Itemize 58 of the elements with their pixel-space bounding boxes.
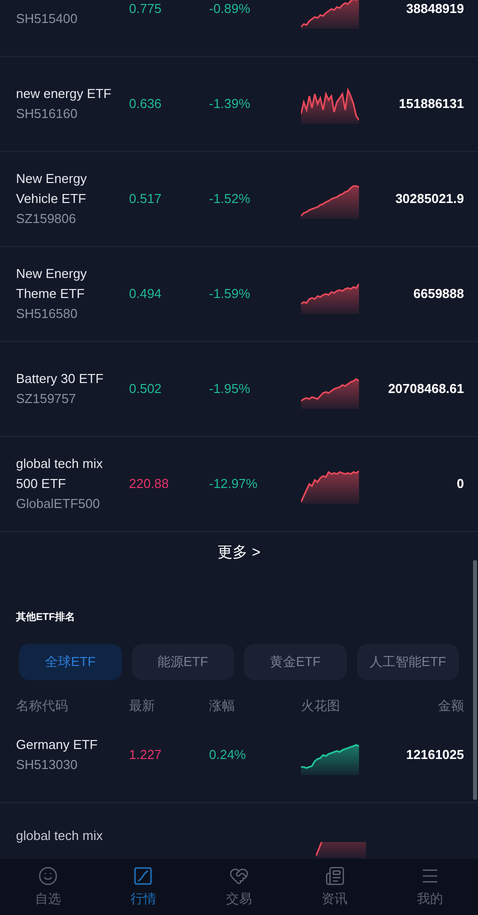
smile-icon xyxy=(38,866,58,886)
amount: 20708468.61 xyxy=(387,380,464,398)
nav-tab[interactable]: 自选 xyxy=(0,859,96,915)
latest-price: 0.494 xyxy=(129,285,163,304)
latest-price: 220.88 xyxy=(129,475,170,494)
column-header: 名称代码 xyxy=(16,698,68,713)
sparkline xyxy=(316,842,366,858)
fund-name: global tech mix xyxy=(16,827,104,845)
change-percent: -1.59% xyxy=(209,285,252,304)
fund-name: Germany ETF xyxy=(16,736,99,754)
fund-code: SH515400 xyxy=(16,10,78,28)
latest-price: 0.517 xyxy=(129,190,163,208)
fund-name: New Energy Vehicle ETF xyxy=(16,170,88,208)
category-tab[interactable]: 黄金ETF xyxy=(244,644,346,680)
fund-name: Battery 30 ETF xyxy=(16,370,104,388)
latest-price: 0.502 xyxy=(129,380,163,398)
nav-tab[interactable]: 行情 xyxy=(96,859,192,915)
category-tab[interactable]: 人工智能ETF xyxy=(356,644,459,680)
column-header: 火花图 xyxy=(301,698,340,713)
amount: 30285021.9 xyxy=(394,190,464,208)
nav-tab[interactable]: 资讯 xyxy=(286,859,382,915)
amount: 6659888 xyxy=(412,285,464,304)
fund-code: GlobalETF500 xyxy=(16,495,101,513)
section-title: 其他ETF排名 xyxy=(16,612,75,623)
scrollbar[interactable] xyxy=(473,560,477,800)
column-header: 金额 xyxy=(438,698,464,713)
category-tab[interactable]: 全球ETF xyxy=(19,644,122,680)
change-percent: -1.95% xyxy=(209,380,252,398)
fund-name: new energy ETF xyxy=(16,85,112,103)
news-icon xyxy=(324,866,345,886)
nav-tab[interactable]: 我的 xyxy=(382,859,478,915)
sparkline xyxy=(301,0,359,29)
latest-price: 1.227 xyxy=(129,746,163,764)
category-tab[interactable]: 能源ETF xyxy=(132,644,234,680)
nav-tab[interactable]: 交易 xyxy=(191,859,287,915)
fund-code: SZ159757 xyxy=(16,390,77,408)
latest-price: 0.775 xyxy=(129,0,163,18)
latest-price: 0.636 xyxy=(129,95,163,114)
change-percent: -12.97% xyxy=(209,475,258,494)
fund-code: SZ159806 xyxy=(16,210,77,228)
fund-code: SH516160 xyxy=(16,105,78,123)
change-percent: -0.89% xyxy=(209,0,252,18)
amount: 38848919 xyxy=(405,0,464,18)
amount: 12161025 xyxy=(405,746,464,764)
amount: 151886131 xyxy=(398,95,464,114)
fund-code: SH516580 xyxy=(16,305,78,323)
column-header: 最新 xyxy=(129,698,155,713)
more-link[interactable]: 更多 > xyxy=(218,542,260,582)
change-percent: 0.24% xyxy=(209,746,247,764)
chart-icon xyxy=(133,866,154,886)
fund-code: SH513030 xyxy=(16,756,78,774)
fund-name: New Energy Theme ETF xyxy=(16,265,88,303)
change-percent: -1.39% xyxy=(209,95,252,114)
amount: 0 xyxy=(456,475,464,494)
column-header: 涨幅 xyxy=(209,698,235,713)
fund-name: global tech mix 500 ETF xyxy=(16,455,104,493)
handshake-icon xyxy=(228,866,249,886)
change-percent: -1.52% xyxy=(209,190,252,208)
